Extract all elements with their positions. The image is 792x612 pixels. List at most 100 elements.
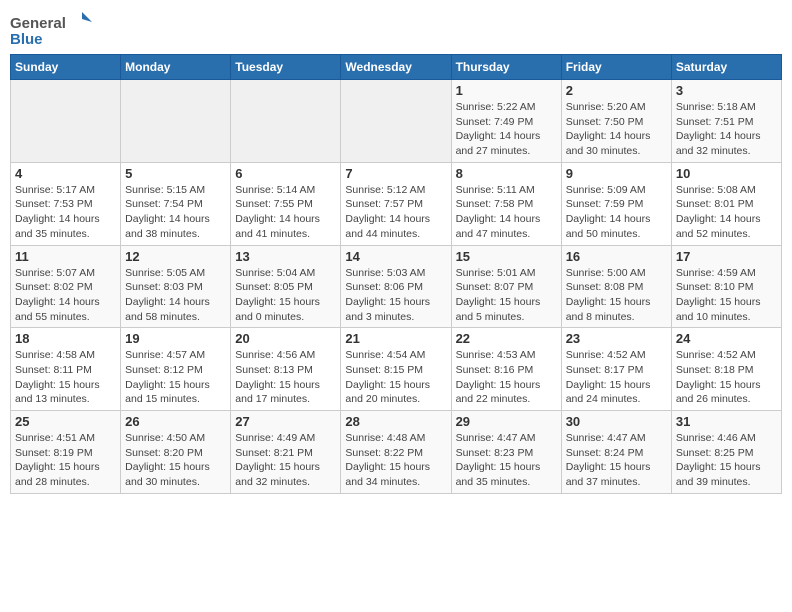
calendar-cell: 4 Sunrise: 5:17 AMSunset: 7:53 PMDaylight…: [11, 162, 121, 245]
week-row-4: 18 Sunrise: 4:58 AMSunset: 8:11 PMDayligh…: [11, 328, 782, 411]
day-number: 8: [456, 166, 557, 181]
day-number: 11: [15, 249, 116, 264]
calendar-cell: 23Sunrise: 4:52 AMSunset: 8:17 PMDayligh…: [561, 328, 671, 411]
day-info: Sunrise: 4:51 AMSunset: 8:19 PMDaylight:…: [15, 431, 116, 490]
week-row-2: 4 Sunrise: 5:17 AMSunset: 7:53 PMDaylight…: [11, 162, 782, 245]
calendar-cell: 15Sunrise: 5:01 AMSunset: 8:07 PMDayligh…: [451, 245, 561, 328]
day-number: 24: [676, 331, 777, 346]
day-number: 30: [566, 414, 667, 429]
svg-text:Blue: Blue: [10, 31, 43, 48]
calendar-cell: 21 Sunrise: 4:54 AMSunset: 8:15 PMDayligh…: [341, 328, 451, 411]
day-number: 15: [456, 249, 557, 264]
logo: General Blue: [10, 10, 100, 50]
day-info: Sunrise: 4:48 AMSunset: 8:22 PMDaylight:…: [345, 431, 446, 490]
calendar-cell: 28Sunrise: 4:48 AMSunset: 8:22 PMDayligh…: [341, 411, 451, 494]
day-number: 9: [566, 166, 667, 181]
day-info: Sunrise: 5:03 AMSunset: 8:06 PMDaylight:…: [345, 266, 446, 325]
day-number: 7: [345, 166, 446, 181]
day-number: 25: [15, 414, 116, 429]
calendar-cell: [231, 80, 341, 163]
svg-text:General: General: [10, 15, 66, 32]
calendar-cell: 24Sunrise: 4:52 AMSunset: 8:18 PMDayligh…: [671, 328, 781, 411]
day-number: 21: [345, 331, 446, 346]
day-number: 16: [566, 249, 667, 264]
calendar-cell: 19Sunrise: 4:57 AMSunset: 8:12 PMDayligh…: [121, 328, 231, 411]
calendar-table: SundayMondayTuesdayWednesdayThursdayFrid…: [10, 54, 782, 494]
day-number: 26: [125, 414, 226, 429]
week-row-1: 1 Sunrise: 5:22 AMSunset: 7:49 PMDaylight…: [11, 80, 782, 163]
day-info: Sunrise: 4:57 AMSunset: 8:12 PMDaylight:…: [125, 348, 226, 407]
calendar-cell: 1 Sunrise: 5:22 AMSunset: 7:49 PMDaylight…: [451, 80, 561, 163]
day-number: 17: [676, 249, 777, 264]
day-number: 5: [125, 166, 226, 181]
day-number: 10: [676, 166, 777, 181]
calendar-cell: 5 Sunrise: 5:15 AMSunset: 7:54 PMDaylight…: [121, 162, 231, 245]
day-number: 12: [125, 249, 226, 264]
calendar-cell: 20 Sunrise: 4:56 AMSunset: 8:13 PMDayligh…: [231, 328, 341, 411]
day-info: Sunrise: 5:15 AMSunset: 7:54 PMDaylight:…: [125, 183, 226, 242]
calendar-cell: [11, 80, 121, 163]
day-number: 2: [566, 83, 667, 98]
weekday-header-thursday: Thursday: [451, 55, 561, 80]
day-number: 31: [676, 414, 777, 429]
day-number: 3: [676, 83, 777, 98]
day-info: Sunrise: 5:20 AMSunset: 7:50 PMDaylight:…: [566, 100, 667, 159]
day-info: Sunrise: 4:52 AMSunset: 8:17 PMDaylight:…: [566, 348, 667, 407]
calendar-cell: 29Sunrise: 4:47 AMSunset: 8:23 PMDayligh…: [451, 411, 561, 494]
day-number: 22: [456, 331, 557, 346]
day-info: Sunrise: 5:09 AMSunset: 7:59 PMDaylight:…: [566, 183, 667, 242]
day-number: 20: [235, 331, 336, 346]
weekday-header-wednesday: Wednesday: [341, 55, 451, 80]
calendar-cell: 9 Sunrise: 5:09 AMSunset: 7:59 PMDaylight…: [561, 162, 671, 245]
day-info: Sunrise: 4:49 AMSunset: 8:21 PMDaylight:…: [235, 431, 336, 490]
day-number: 14: [345, 249, 446, 264]
day-info: Sunrise: 4:50 AMSunset: 8:20 PMDaylight:…: [125, 431, 226, 490]
day-info: Sunrise: 4:54 AMSunset: 8:15 PMDaylight:…: [345, 348, 446, 407]
logo-svg: General Blue: [10, 10, 100, 50]
day-number: 29: [456, 414, 557, 429]
calendar-cell: 7 Sunrise: 5:12 AMSunset: 7:57 PMDaylight…: [341, 162, 451, 245]
calendar-cell: 2 Sunrise: 5:20 AMSunset: 7:50 PMDaylight…: [561, 80, 671, 163]
weekday-header-tuesday: Tuesday: [231, 55, 341, 80]
day-number: 1: [456, 83, 557, 98]
calendar-cell: 17 Sunrise: 4:59 AMSunset: 8:10 PMDayligh…: [671, 245, 781, 328]
day-info: Sunrise: 5:07 AMSunset: 8:02 PMDaylight:…: [15, 266, 116, 325]
day-info: Sunrise: 5:18 AMSunset: 7:51 PMDaylight:…: [676, 100, 777, 159]
weekday-header-row: SundayMondayTuesdayWednesdayThursdayFrid…: [11, 55, 782, 80]
calendar-cell: 13Sunrise: 5:04 AMSunset: 8:05 PMDayligh…: [231, 245, 341, 328]
day-info: Sunrise: 4:56 AMSunset: 8:13 PMDaylight:…: [235, 348, 336, 407]
weekday-header-friday: Friday: [561, 55, 671, 80]
day-info: Sunrise: 5:14 AMSunset: 7:55 PMDaylight:…: [235, 183, 336, 242]
week-row-5: 25 Sunrise: 4:51 AMSunset: 8:19 PMDayligh…: [11, 411, 782, 494]
calendar-cell: 31Sunrise: 4:46 AMSunset: 8:25 PMDayligh…: [671, 411, 781, 494]
day-info: Sunrise: 5:12 AMSunset: 7:57 PMDaylight:…: [345, 183, 446, 242]
day-info: Sunrise: 4:53 AMSunset: 8:16 PMDaylight:…: [456, 348, 557, 407]
day-number: 18: [15, 331, 116, 346]
day-info: Sunrise: 5:08 AMSunset: 8:01 PMDaylight:…: [676, 183, 777, 242]
calendar-cell: 18 Sunrise: 4:58 AMSunset: 8:11 PMDayligh…: [11, 328, 121, 411]
calendar-cell: 8Sunrise: 5:11 AMSunset: 7:58 PMDaylight…: [451, 162, 561, 245]
calendar-cell: 12 Sunrise: 5:05 AMSunset: 8:03 PMDayligh…: [121, 245, 231, 328]
weekday-header-sunday: Sunday: [11, 55, 121, 80]
day-info: Sunrise: 5:04 AMSunset: 8:05 PMDaylight:…: [235, 266, 336, 325]
calendar-cell: 26 Sunrise: 4:50 AMSunset: 8:20 PMDayligh…: [121, 411, 231, 494]
day-info: Sunrise: 5:22 AMSunset: 7:49 PMDaylight:…: [456, 100, 557, 159]
calendar-cell: 6 Sunrise: 5:14 AMSunset: 7:55 PMDaylight…: [231, 162, 341, 245]
calendar-cell: 25 Sunrise: 4:51 AMSunset: 8:19 PMDayligh…: [11, 411, 121, 494]
calendar-cell: 30 Sunrise: 4:47 AMSunset: 8:24 PMDayligh…: [561, 411, 671, 494]
calendar-cell: 10 Sunrise: 5:08 AMSunset: 8:01 PMDayligh…: [671, 162, 781, 245]
calendar-cell: 22 Sunrise: 4:53 AMSunset: 8:16 PMDayligh…: [451, 328, 561, 411]
day-info: Sunrise: 4:47 AMSunset: 8:24 PMDaylight:…: [566, 431, 667, 490]
page-header: General Blue: [10, 10, 782, 50]
calendar-cell: [121, 80, 231, 163]
day-number: 27: [235, 414, 336, 429]
weekday-header-saturday: Saturday: [671, 55, 781, 80]
day-number: 6: [235, 166, 336, 181]
calendar-cell: 16Sunrise: 5:00 AMSunset: 8:08 PMDayligh…: [561, 245, 671, 328]
calendar-cell: 14 Sunrise: 5:03 AMSunset: 8:06 PMDayligh…: [341, 245, 451, 328]
day-number: 4: [15, 166, 116, 181]
day-info: Sunrise: 4:59 AMSunset: 8:10 PMDaylight:…: [676, 266, 777, 325]
day-info: Sunrise: 5:17 AMSunset: 7:53 PMDaylight:…: [15, 183, 116, 242]
day-info: Sunrise: 5:05 AMSunset: 8:03 PMDaylight:…: [125, 266, 226, 325]
day-info: Sunrise: 4:58 AMSunset: 8:11 PMDaylight:…: [15, 348, 116, 407]
